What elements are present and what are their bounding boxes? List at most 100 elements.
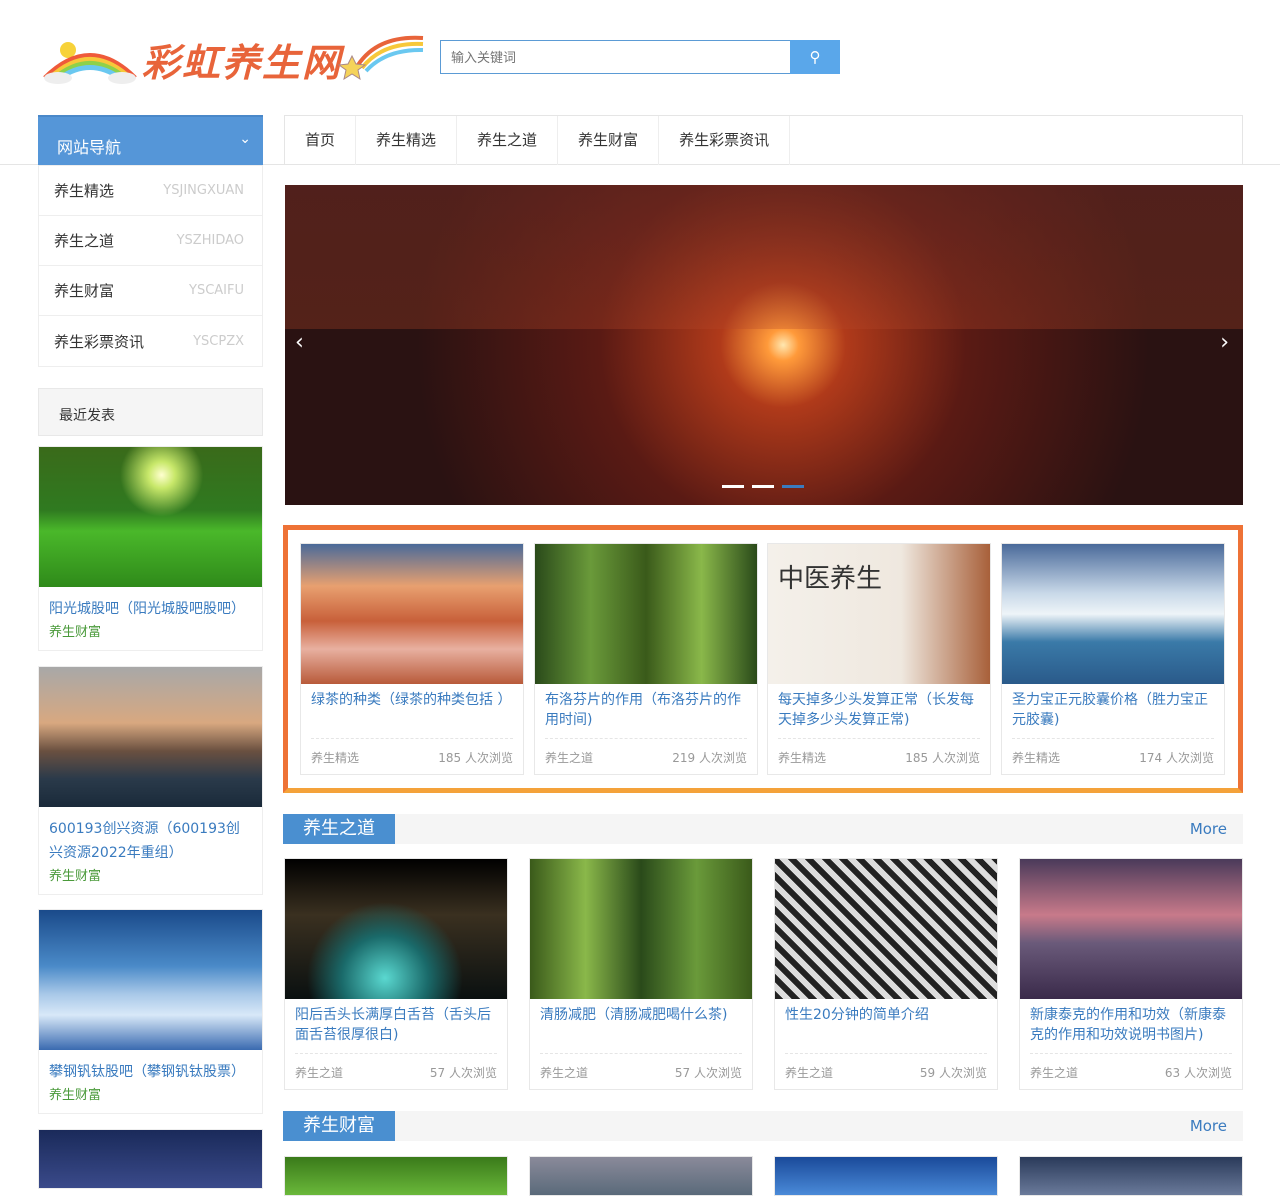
post-title[interactable]: 绿茶的种类（绿茶的种类包括 ） (301, 684, 523, 738)
sidenav-en: YSZHIDAO (176, 233, 244, 248)
post-category[interactable]: 养生之道 (540, 1064, 588, 1081)
post-thumbnail[interactable] (285, 859, 507, 999)
post-title[interactable]: 布洛芬片的作用（布洛芬片的作用时间) (535, 684, 757, 738)
site-logo[interactable]: 彩虹养生网 (40, 30, 430, 85)
sidenav-en: YSCAIFU (189, 283, 244, 298)
recent-item[interactable] (38, 1129, 263, 1189)
post-thumbnail[interactable] (39, 667, 262, 807)
hero-carousel[interactable]: ‹ › (285, 185, 1243, 505)
post-card[interactable] (1019, 1156, 1243, 1196)
carousel-indicators (722, 485, 804, 488)
post-title[interactable]: 新康泰克的作用和功效（新康泰克的作用和功效说明书图片) (1020, 999, 1242, 1053)
post-category[interactable]: 养生财富 (39, 1084, 262, 1113)
sidenav-en: YSCPZX (193, 333, 244, 349)
recent-item[interactable]: 阳光城股吧（阳光城股吧股吧） 养生财富 (38, 446, 263, 651)
sidenav-label: 养生精选 (54, 182, 115, 200)
featured-card[interactable]: 中医养生 每天掉多少头发算正常（长发每天掉多少头发算正常) 养生精选 185 人次… (767, 543, 991, 775)
post-category[interactable]: 养生之道 (295, 1064, 343, 1081)
post-title[interactable]: 600193创兴资源（600193创兴资源2022年重组） (39, 807, 262, 865)
sidenav-en: YSJINGXUAN (163, 183, 244, 198)
view-count: 57 人次浏览 (674, 1066, 742, 1080)
post-card[interactable]: 新康泰克的作用和功效（新康泰克的作用和功效说明书图片) 养生之道 63 人次浏览 (1019, 858, 1243, 1090)
post-title[interactable]: 攀钢钒钛股吧（攀钢钒钛股票） (39, 1050, 262, 1084)
featured-card[interactable]: 绿茶的种类（绿茶的种类包括 ） 养生精选 185 人次浏览 (300, 543, 524, 775)
more-link[interactable]: More (1190, 820, 1227, 838)
site-nav-title: 网站导航 (57, 138, 122, 157)
view-count: 57 人次浏览 (429, 1066, 497, 1080)
more-link[interactable]: More (1190, 1117, 1227, 1135)
post-card[interactable] (284, 1156, 508, 1196)
post-thumbnail[interactable]: 中医养生 (768, 544, 990, 684)
view-count: 219 人次浏览 (672, 751, 747, 765)
next-arrow-icon[interactable]: › (1220, 330, 1229, 355)
recent-item[interactable]: 600193创兴资源（600193创兴资源2022年重组） 养生财富 (38, 666, 263, 895)
carousel-dot[interactable] (782, 485, 804, 488)
main-nav: 首页 养生精选 养生之道 养生财富 养生彩票资讯 (284, 115, 1243, 165)
section-title[interactable]: 养生财富 (283, 1111, 395, 1141)
featured-posts: 绿茶的种类（绿茶的种类包括 ） 养生精选 185 人次浏览 布洛芬片的作用（布洛芬… (283, 525, 1243, 793)
recent-posts: 最近发表 阳光城股吧（阳光城股吧股吧） 养生财富 600193创兴资源（6001… (38, 388, 263, 1189)
featured-card[interactable]: 圣力宝正元胶囊价格（胜力宝正元胶囊) 养生精选 174 人次浏览 (1001, 543, 1225, 775)
view-count: 63 人次浏览 (1164, 1066, 1232, 1080)
nav-zhidao[interactable]: 养生之道 (457, 116, 559, 165)
search-button[interactable]: ⚲ (790, 40, 840, 74)
nav-caifu[interactable]: 养生财富 (558, 116, 660, 165)
post-title[interactable]: 圣力宝正元胶囊价格（胜力宝正元胶囊) (1002, 684, 1224, 738)
post-category[interactable]: 养生之道 (785, 1064, 833, 1081)
search-icon: ⚲ (809, 49, 821, 66)
view-count: 174 人次浏览 (1139, 751, 1214, 765)
post-category[interactable]: 养生精选 (1012, 749, 1060, 766)
post-card[interactable] (529, 1156, 753, 1196)
recent-item[interactable]: 攀钢钒钛股吧（攀钢钒钛股票） 养生财富 (38, 909, 263, 1114)
search-input[interactable] (440, 40, 790, 74)
post-category[interactable]: 养生财富 (39, 621, 262, 650)
post-card[interactable]: 清肠减肥（清肠减肥喝什么茶) 养生之道 57 人次浏览 (529, 858, 753, 1090)
post-category[interactable]: 养生精选 (311, 749, 359, 766)
sidenav-item[interactable]: 养生精选 YSJINGXUAN (39, 166, 262, 216)
sidenav-label: 养生财富 (54, 282, 115, 300)
section-header: 养生财富 More (283, 1111, 1243, 1141)
post-category[interactable]: 养生精选 (778, 749, 826, 766)
view-count: 185 人次浏览 (905, 751, 980, 765)
post-card[interactable]: 性生20分钟的简单介绍 养生之道 59 人次浏览 (774, 858, 998, 1090)
post-thumbnail[interactable] (39, 910, 262, 1050)
prev-arrow-icon[interactable]: ‹ (295, 330, 304, 355)
post-category[interactable]: 养生之道 (545, 749, 593, 766)
carousel-dot[interactable] (722, 485, 744, 488)
section-header: 养生之道 More (283, 814, 1243, 844)
nav-caipiao[interactable]: 养生彩票资讯 (659, 116, 791, 165)
nav-jingxuan[interactable]: 养生精选 (356, 116, 458, 165)
view-count: 185 人次浏览 (438, 751, 513, 765)
thumbnail-caption: 中医养生 (778, 564, 883, 594)
side-nav: 养生精选 YSJINGXUAN 养生之道 YSZHIDAO 养生财富 YSCAIFU … (38, 165, 263, 367)
post-thumbnail[interactable] (535, 544, 757, 684)
section-title[interactable]: 养生之道 (283, 814, 395, 844)
sidenav-item[interactable]: 养生财富 YSCAIFU (39, 266, 262, 316)
recent-title: 最近发表 (38, 388, 263, 436)
star-rainbow-icon (338, 35, 424, 80)
post-title[interactable]: 清肠减肥（清肠减肥喝什么茶) (530, 999, 752, 1053)
post-category[interactable]: 养生之道 (1030, 1064, 1078, 1081)
post-card[interactable] (774, 1156, 998, 1196)
sidenav-item[interactable]: 养生彩票资讯 YSCPZX (39, 316, 262, 366)
rainbow-icon (43, 42, 137, 84)
post-title[interactable]: 性生20分钟的简单介绍 (775, 999, 997, 1053)
sidenav-label: 养生之道 (54, 232, 115, 250)
post-title[interactable]: 每天掉多少头发算正常（长发每天掉多少头发算正常) (768, 684, 990, 738)
site-nav-toggle[interactable]: 网站导航 ⌄ (38, 115, 263, 165)
view-count: 59 人次浏览 (919, 1066, 987, 1080)
carousel-dot[interactable] (752, 485, 774, 488)
post-thumbnail[interactable] (775, 859, 997, 999)
post-title[interactable]: 阳光城股吧（阳光城股吧股吧） (39, 587, 262, 621)
post-title[interactable]: 阳后舌头长满厚白舌苔（舌头后面舌苔很厚很白) (285, 999, 507, 1053)
post-thumbnail[interactable] (1020, 859, 1242, 999)
post-thumbnail[interactable] (39, 447, 262, 587)
post-card[interactable]: 阳后舌头长满厚白舌苔（舌头后面舌苔很厚很白) 养生之道 57 人次浏览 (284, 858, 508, 1090)
sidenav-item[interactable]: 养生之道 YSZHIDAO (39, 216, 262, 266)
post-category[interactable]: 养生财富 (39, 865, 262, 894)
post-thumbnail[interactable] (301, 544, 523, 684)
featured-card[interactable]: 布洛芬片的作用（布洛芬片的作用时间) 养生之道 219 人次浏览 (534, 543, 758, 775)
post-thumbnail[interactable] (1002, 544, 1224, 684)
nav-home[interactable]: 首页 (285, 116, 357, 165)
post-thumbnail[interactable] (530, 859, 752, 999)
